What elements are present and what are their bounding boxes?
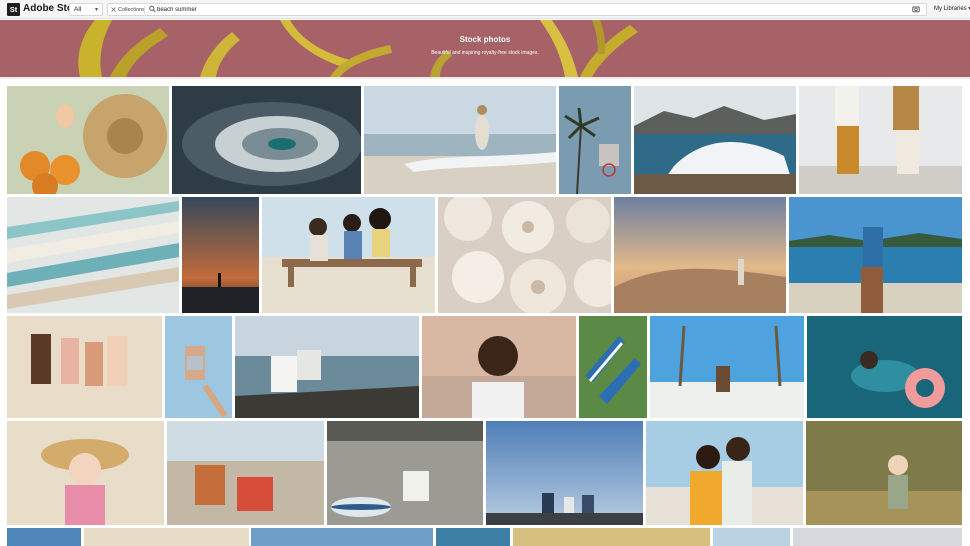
result-image[interactable] — [364, 86, 556, 194]
result-image[interactable] — [799, 86, 962, 194]
photo-toddler-field — [806, 421, 962, 525]
photo-surfboards — [7, 197, 179, 313]
photo-children-beach — [7, 316, 162, 418]
result-image[interactable] — [513, 528, 710, 546]
collections-toggle[interactable]: Collections — [111, 5, 145, 14]
my-libraries-label: My Libraries — [934, 6, 967, 12]
top-bar: St Adobe Stock All ▾ Collections My Libr… — [0, 0, 970, 19]
photo-kids-pebbles — [167, 421, 324, 525]
result-image[interactable] — [614, 197, 786, 313]
result-image[interactable] — [486, 421, 643, 525]
result-image[interactable] — [7, 421, 164, 525]
hero-banner: Stock photos Beautiful and inspiring roy… — [0, 20, 970, 77]
result-image[interactable] — [251, 528, 433, 546]
result-image[interactable] — [806, 421, 962, 525]
photo-boy-portrait — [422, 316, 576, 418]
result-image[interactable] — [84, 528, 249, 546]
result-image[interactable] — [165, 316, 232, 418]
result-image[interactable] — [7, 316, 162, 418]
collections-label: Collections — [118, 6, 145, 13]
photo-whirlpool — [172, 86, 361, 194]
camera-icon[interactable] — [912, 5, 920, 13]
page-subtitle: Beautiful and inspiring royalty-free sto… — [431, 50, 539, 56]
result-image[interactable] — [7, 86, 169, 194]
photo-woman-float — [807, 316, 962, 418]
content-type-select[interactable]: All ▾ — [69, 3, 103, 16]
result-image[interactable] — [7, 197, 179, 313]
result-image[interactable] — [182, 197, 259, 313]
my-libraries-menu[interactable]: My Libraries ▾ — [934, 5, 970, 12]
photo-couple-walking — [799, 86, 962, 194]
result-image[interactable] — [235, 316, 419, 418]
result-image[interactable] — [650, 316, 804, 418]
divider — [144, 6, 145, 14]
page-title: Stock photos — [459, 35, 511, 44]
result-image[interactable] — [579, 316, 647, 418]
result-image[interactable] — [172, 86, 361, 194]
photo-oranges-hat — [7, 86, 169, 194]
result-image[interactable] — [559, 86, 631, 194]
search-bar: Collections — [107, 3, 927, 16]
result-image[interactable] — [438, 197, 611, 313]
result-image[interactable] — [789, 197, 962, 313]
photo-man-paddle-board — [327, 421, 483, 525]
adobe-stock-logo[interactable]: St — [7, 3, 20, 16]
photo-sunset-silhouette — [182, 197, 259, 313]
photo-couple-hammock — [235, 316, 419, 418]
result-image[interactable] — [262, 197, 435, 313]
search-input[interactable] — [157, 4, 897, 15]
result-image[interactable] — [713, 528, 790, 546]
result-image[interactable] — [807, 316, 962, 418]
close-icon — [111, 7, 116, 12]
photo-palms-beach — [650, 316, 804, 418]
result-image[interactable] — [422, 316, 576, 418]
result-image[interactable] — [327, 421, 483, 525]
photo-seashells — [438, 197, 611, 313]
result-image[interactable] — [167, 421, 324, 525]
photo-family-pier — [486, 421, 643, 525]
photo-woman-scarf-sea — [789, 197, 962, 313]
result-image[interactable] — [634, 86, 796, 194]
photo-deck-chairs — [579, 316, 647, 418]
result-image[interactable] — [793, 528, 962, 546]
photo-surfer-wave — [634, 86, 796, 194]
content-type-value: All — [74, 6, 82, 13]
photo-dunes-walk — [614, 197, 786, 313]
photo-palm-hoop — [559, 86, 631, 194]
photo-woman-running — [364, 86, 556, 194]
chevron-down-icon: ▾ — [94, 7, 98, 13]
photo-girl-jumping — [165, 316, 232, 418]
result-image[interactable] — [646, 421, 803, 525]
divider — [0, 77, 970, 79]
photo-couple-embrace — [646, 421, 803, 525]
photo-friends-bench — [262, 197, 435, 313]
result-image[interactable] — [436, 528, 510, 546]
search-icon — [149, 5, 156, 13]
result-image[interactable] — [7, 528, 81, 546]
hero-background-image — [78, 20, 638, 77]
photo-girl-sun-hat — [7, 421, 164, 525]
